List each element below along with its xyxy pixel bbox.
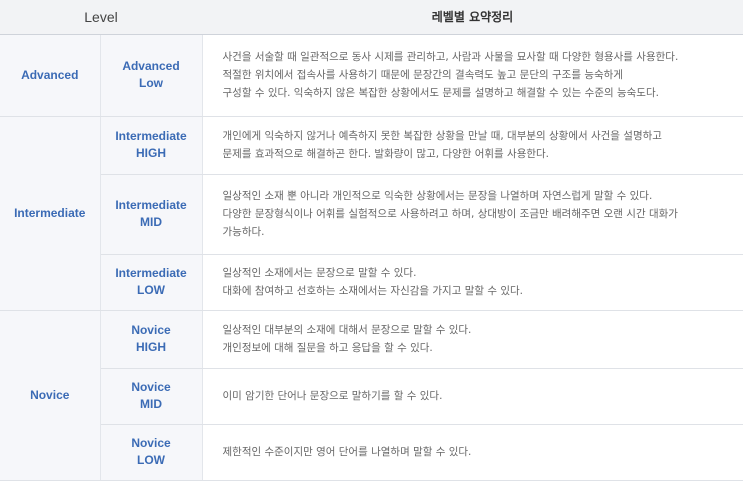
level-group-intermediate: Intermediate xyxy=(0,116,101,311)
level-column-header: Level xyxy=(0,0,202,35)
sublevel-intermediate-high: Intermediate HIGH xyxy=(100,116,203,175)
table-row: Intermediate Intermediate HIGH 개인에게 익숙하지… xyxy=(0,116,743,311)
level-description: 일상적인 소재 뿐 아니라 개인적으로 익숙한 상황에서는 문장을 나열하며 자… xyxy=(202,174,743,255)
table-row: Advanced Advanced Low 사건을 서술할 때 일관적으로 동사… xyxy=(0,34,743,117)
sublevel-name: Intermediate xyxy=(115,198,187,212)
sublevel-name: Intermediate xyxy=(115,266,187,280)
level-summary-table: Level 레벨별 요약정리 Advanced Advanced Low 사건을… xyxy=(0,0,743,481)
level-description: 이미 암기한 단어나 문장으로 말하기를 할 수 있다. xyxy=(202,368,743,425)
description-line: 일상적인 대부분의 소재에 대해서 문장으로 말할 수 있다. xyxy=(222,324,472,336)
level-group-novice: Novice xyxy=(0,310,101,481)
sublevel-grade: HIGH xyxy=(136,146,166,160)
sublevel-novice-low: Novice LOW xyxy=(100,424,203,481)
description-line: 이미 암기한 단어나 문장으로 말하기를 할 수 있다. xyxy=(222,390,443,402)
level-description: 개인에게 익숙하지 않거나 예측하지 못한 복잡한 상황을 만날 때, 대부분의… xyxy=(202,116,743,175)
summary-column-header: 레벨별 요약정리 xyxy=(202,0,743,35)
description-line: 제한적인 수준이지만 영어 단어를 나열하며 말할 수 있다. xyxy=(222,446,472,458)
description-line: 다양한 문장형식이나 어휘를 실험적으로 사용하려고 하며, 상대방이 조금만 … xyxy=(222,208,678,220)
sublevel-name: Novice xyxy=(131,380,171,394)
sublevel-intermediate-low: Intermediate LOW xyxy=(100,254,203,311)
description-line: 사건을 서술할 때 일관적으로 동사 시제를 관리하고, 사람과 사물을 묘사할… xyxy=(222,51,679,63)
sublevel-grade: LOW xyxy=(137,283,165,297)
description-line: 대화에 참여하고 선호하는 소재에서는 자신감을 가지고 말할 수 있다. xyxy=(222,285,524,297)
table-header-row: Level 레벨별 요약정리 xyxy=(0,0,743,35)
level-description: 일상적인 소재에서는 문장으로 말할 수 있다. 대화에 참여하고 선호하는 소… xyxy=(202,254,743,311)
table-row: Intermediate LOW 일상적인 소재에서는 문장으로 말할 수 있다… xyxy=(0,254,743,311)
sublevel-grade: HIGH xyxy=(136,340,166,354)
table-row: Novice Novice HIGH 일상적인 대부분의 소재에 대해서 문장으… xyxy=(0,310,743,481)
level-description: 사건을 서술할 때 일관적으로 동사 시제를 관리하고, 사람과 사물을 묘사할… xyxy=(202,34,743,117)
description-line: 개인정보에 대해 질문을 하고 응답을 할 수 있다. xyxy=(222,342,433,354)
sublevel-intermediate-mid: Intermediate MID xyxy=(100,174,203,255)
description-line: 구성할 수 있다. 익숙하지 않은 복잡한 상황에서도 문제를 설명하고 해결할… xyxy=(222,87,659,99)
sublevel-novice-mid: Novice MID xyxy=(100,368,203,425)
level-description: 일상적인 대부분의 소재에 대해서 문장으로 말할 수 있다. 개인정보에 대해… xyxy=(202,310,743,369)
description-line: 가능하다. xyxy=(222,226,265,238)
sublevel-advanced-low: Advanced Low xyxy=(100,34,203,117)
description-line: 문제를 효과적으로 해결하곤 한다. 발화량이 많고, 다양한 어휘를 사용한다… xyxy=(222,148,550,160)
description-line: 적절한 위치에서 접속사를 사용하기 때문에 문장간의 결속력도 높고 문단의 … xyxy=(222,69,623,81)
sublevel-grade: Low xyxy=(139,76,163,90)
table-row: Novice MID 이미 암기한 단어나 문장으로 말하기를 할 수 있다. xyxy=(0,368,743,425)
description-line: 개인에게 익숙하지 않거나 예측하지 못한 복잡한 상황을 만날 때, 대부분의… xyxy=(222,130,662,142)
sublevel-name: Intermediate xyxy=(115,129,187,143)
description-line: 일상적인 소재에서는 문장으로 말할 수 있다. xyxy=(222,267,417,279)
sublevel-name: Advanced xyxy=(122,59,180,73)
level-group-advanced: Advanced xyxy=(0,34,101,117)
sublevel-grade: MID xyxy=(140,215,162,229)
table-row: Novice LOW 제한적인 수준이지만 영어 단어를 나열하며 말할 수 있… xyxy=(0,424,743,481)
sublevel-name: Novice xyxy=(131,436,171,450)
description-line: 일상적인 소재 뿐 아니라 개인적으로 익숙한 상황에서는 문장을 나열하며 자… xyxy=(222,190,653,202)
sublevel-grade: LOW xyxy=(137,453,165,467)
sublevel-novice-high: Novice HIGH xyxy=(100,310,203,369)
table-row: Intermediate MID 일상적인 소재 뿐 아니라 개인적으로 익숙한… xyxy=(0,174,743,255)
sublevel-name: Novice xyxy=(131,323,171,337)
level-description: 제한적인 수준이지만 영어 단어를 나열하며 말할 수 있다. xyxy=(202,424,743,481)
sublevel-grade: MID xyxy=(140,397,162,411)
